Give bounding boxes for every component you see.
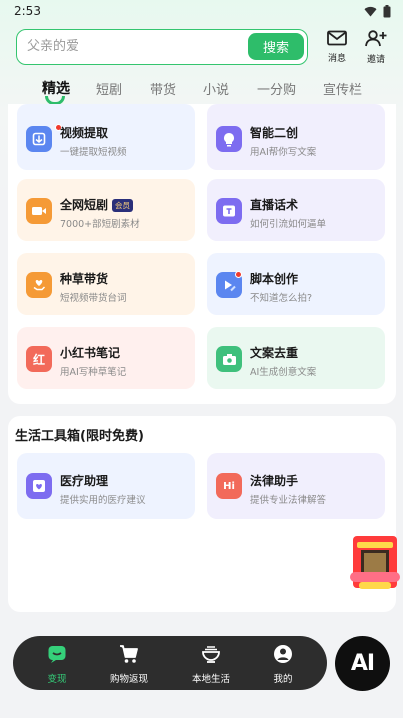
bottom-nav: 变现 购物返现 本地生活 我的	[13, 636, 327, 690]
camera-icon	[216, 346, 242, 372]
tool-title: 种草带货	[60, 272, 109, 286]
search-input[interactable]	[27, 30, 237, 63]
messages-label: 消息	[327, 54, 346, 64]
tool-title: 文案去重	[250, 346, 299, 360]
tool-subtitle: 不知道怎么拍?	[250, 293, 313, 304]
user-icon	[274, 645, 292, 663]
tool-title: 视频提取	[60, 126, 109, 140]
status-time: 2:53	[14, 4, 41, 18]
video-extract-icon	[26, 126, 52, 152]
tool-card-video-extract[interactable]: 视频提取 一键提取短视频	[17, 104, 195, 170]
lightbulb-icon	[216, 126, 242, 152]
tool-subtitle: 用AI帮你写文案	[250, 147, 317, 158]
tab-featured[interactable]: 精选	[42, 78, 70, 98]
food-bowl-icon	[202, 646, 220, 663]
tool-subtitle: AI生成创意文案	[250, 367, 317, 378]
tool-card-medical[interactable]: 医疗助理 提供实用的医疗建议	[17, 453, 195, 519]
tool-title: 小红书笔记	[60, 346, 121, 360]
tool-subtitle: 短视频带货台词	[60, 293, 127, 304]
section-title: 生活工具箱(限时免费)	[15, 429, 144, 444]
tool-title: 全网短剧 会员	[60, 196, 134, 213]
cart-icon	[120, 645, 138, 663]
tools-panel: 视频提取 一键提取短视频 智能二创 用AI帮你写文案 全网短剧 会员 7000+部…	[8, 104, 396, 404]
tool-card-dedupe[interactable]: 文案去重 AI生成创意文案	[207, 327, 385, 389]
notification-dot	[235, 271, 242, 278]
search-bar: 搜索	[16, 29, 308, 65]
live-script-icon	[216, 198, 242, 224]
add-user-icon	[365, 30, 387, 47]
video-camera-icon	[26, 198, 52, 224]
nav-item-shopping-cashback[interactable]: 购物返现	[99, 644, 159, 685]
promo-gift-icon	[350, 536, 400, 589]
tab-short-drama[interactable]: 短剧	[96, 79, 122, 98]
invite-button[interactable]: 邀请	[361, 30, 391, 65]
nav-item-monetize[interactable]: 变现	[27, 644, 87, 685]
tool-subtitle: 用AI写种草笔记	[60, 367, 127, 378]
tool-title: 法律助手	[250, 474, 299, 488]
tool-subtitle: 如何引流如何逼单	[250, 219, 327, 230]
medical-heart-icon	[26, 473, 52, 499]
nav-label: 本地生活	[191, 674, 230, 685]
life-tools-panel: 生活工具箱(限时免费) 医疗助理 提供实用的医疗建议 Hi 法律助手 提供专业法…	[8, 416, 396, 612]
tool-card-script-creation[interactable]: 脚本创作 不知道怎么拍?	[207, 253, 385, 315]
tool-subtitle: 7000+部短剧素材	[60, 219, 140, 230]
tool-card-xiaohongshu[interactable]: 红 小红书笔记 用AI写种草笔记	[17, 327, 195, 389]
status-bar: 2:53	[0, 0, 403, 24]
invite-label: 邀请	[366, 55, 385, 65]
messages-button[interactable]: 消息	[322, 30, 352, 64]
heart-hand-icon	[26, 272, 52, 298]
nav-label: 我的	[273, 674, 293, 685]
tool-subtitle: 提供实用的医疗建议	[60, 495, 146, 506]
mail-icon	[327, 30, 347, 46]
nav-label: 购物返现	[109, 674, 148, 685]
tool-card-short-drama[interactable]: 全网短剧 会员 7000+部短剧素材	[17, 179, 195, 241]
tool-card-live-script[interactable]: 直播话术 如何引流如何逼单	[207, 179, 385, 241]
vip-badge: 会员	[112, 199, 134, 212]
nav-item-local-life[interactable]: 本地生活	[181, 644, 241, 685]
legal-chat-icon: Hi	[216, 473, 242, 499]
tool-title: 直播话术	[250, 198, 299, 212]
search-button[interactable]: 搜索	[248, 33, 304, 60]
tool-card-legal[interactable]: Hi 法律助手 提供专业法律解答	[207, 453, 385, 519]
tool-card-smart-recreate[interactable]: 智能二创 用AI帮你写文案	[207, 104, 385, 170]
wifi-icon	[364, 6, 377, 17]
floating-promo-banner[interactable]	[349, 534, 401, 592]
battery-icon	[383, 5, 391, 18]
tab-sales[interactable]: 带货	[150, 79, 176, 98]
tab-one-cent[interactable]: 一分购	[257, 79, 296, 98]
tool-title-text: 全网短剧	[60, 198, 109, 212]
xiaohongshu-icon: 红	[26, 346, 52, 372]
tool-subtitle: 一键提取短视频	[60, 147, 127, 158]
tool-card-seeding-sales[interactable]: 种草带货 短视频带货台词	[17, 253, 195, 315]
ai-assistant-button[interactable]: AI	[335, 636, 390, 691]
nav-item-mine[interactable]: 我的	[253, 644, 313, 685]
tab-promo[interactable]: 宣传栏	[323, 79, 362, 98]
nav-label: 变现	[47, 674, 67, 685]
tab-novel[interactable]: 小说	[203, 79, 229, 98]
tool-title: 脚本创作	[250, 272, 299, 286]
tool-title: 医疗助理	[60, 474, 109, 488]
status-icons	[364, 5, 391, 18]
tool-title: 智能二创	[250, 126, 299, 140]
monetize-icon	[48, 646, 66, 663]
tool-subtitle: 提供专业法律解答	[250, 495, 327, 506]
